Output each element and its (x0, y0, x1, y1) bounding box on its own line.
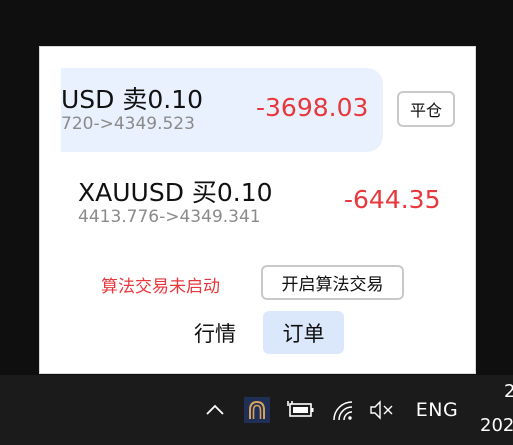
order-card-selected[interactable]: USD 卖0.10 720->4349.523 -3698.03 (61, 68, 383, 152)
language-indicator[interactable]: ENG (410, 375, 464, 445)
order-symbol: XAUUSD 买0.10 (78, 178, 273, 207)
start-algo-trading-button[interactable]: 开启算法交易 (261, 265, 404, 300)
algo-status-text: 算法交易未启动 (101, 277, 220, 297)
order-symbol: USD 卖0.10 (61, 85, 204, 114)
battery-plug-icon[interactable] (284, 375, 316, 445)
close-position-button[interactable]: 平仓 (397, 91, 455, 127)
clock-date[interactable]: 202 (480, 415, 513, 436)
tab-market[interactable]: 行情 (185, 311, 245, 354)
trading-panel: USD 卖0.10 720->4349.523 -3698.03 平仓 XAUU… (39, 46, 476, 374)
order-pnl: -644.35 (344, 185, 441, 214)
order-price-route: 4413.776->4349.341 (78, 207, 261, 227)
app-tray-icon[interactable] (243, 375, 271, 445)
order-price-route: 720->4349.523 (61, 114, 195, 134)
order-card[interactable]: XAUUSD 买0.10 4413.776->4349.341 -644.35 (78, 171, 448, 235)
wifi-icon[interactable] (330, 375, 356, 445)
tab-orders[interactable]: 订单 (263, 311, 344, 354)
desktop: USD 卖0.10 720->4349.523 -3698.03 平仓 XAUU… (0, 0, 513, 445)
speaker-muted-icon[interactable] (368, 375, 396, 445)
clock-time[interactable]: 2 (504, 381, 513, 402)
taskbar: ENG 2 202 (0, 375, 513, 445)
chevron-up-icon[interactable] (202, 375, 228, 445)
order-pnl: -3698.03 (256, 93, 369, 122)
